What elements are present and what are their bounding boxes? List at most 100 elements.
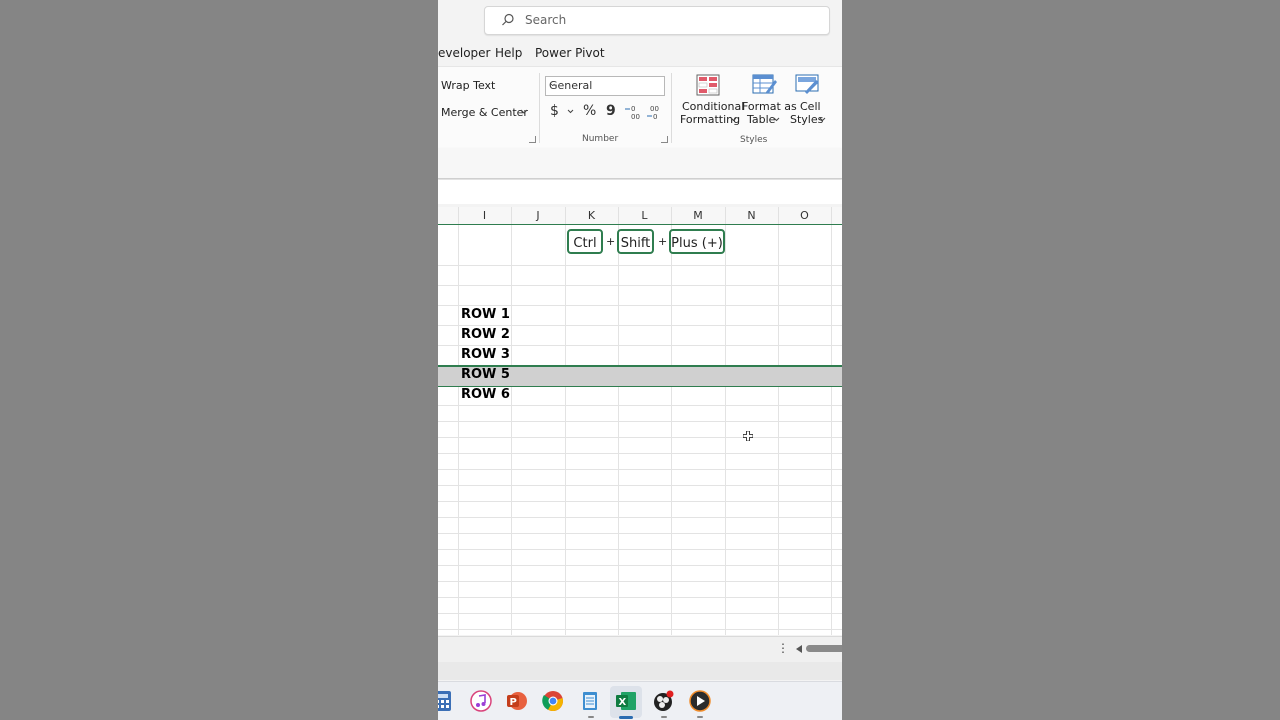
chrome-icon[interactable] xyxy=(542,690,564,712)
decrease-decimal-icon[interactable]: 00 0 xyxy=(647,104,663,120)
notepad-icon[interactable] xyxy=(579,690,601,712)
percent-button[interactable]: % xyxy=(583,103,596,119)
formula-bar[interactable] xyxy=(438,148,842,179)
column-header-n[interactable]: N xyxy=(725,209,778,222)
grid-line xyxy=(438,325,842,326)
column-header-o[interactable]: O xyxy=(778,209,831,222)
grid-line xyxy=(438,581,842,582)
calculator-icon[interactable] xyxy=(438,690,454,712)
grid-line xyxy=(438,485,842,486)
key-plus: Plus (+) xyxy=(669,229,725,254)
cell-styles-icon xyxy=(795,74,819,94)
svg-text:0: 0 xyxy=(631,105,635,113)
grid-line xyxy=(511,225,512,635)
tab-developer[interactable]: eveloper xyxy=(438,46,490,60)
column-headers: I J K L M N O xyxy=(438,207,842,226)
number-dialog-launcher[interactable] xyxy=(661,136,668,143)
grid-line xyxy=(438,597,842,598)
excel-icon[interactable]: X xyxy=(615,690,637,712)
grid-line xyxy=(831,225,832,635)
grid-line xyxy=(438,549,842,550)
conditional-formatting-label-1[interactable]: Conditional xyxy=(682,100,744,113)
column-header-k[interactable]: K xyxy=(565,209,618,222)
chevron-down-icon xyxy=(730,117,737,122)
grid-line xyxy=(438,517,842,518)
running-indicator xyxy=(661,716,667,718)
grid-line xyxy=(438,533,842,534)
svg-text:X: X xyxy=(619,697,627,708)
svg-text:00: 00 xyxy=(650,105,659,113)
cell-styles-label-1[interactable]: Cell xyxy=(800,100,821,113)
styles-group-label: Styles xyxy=(740,135,768,145)
column-header-j[interactable]: J xyxy=(511,209,565,222)
column-header-i[interactable]: I xyxy=(458,209,511,222)
grid-line xyxy=(778,225,779,635)
plus-separator: + xyxy=(606,235,616,248)
group-separator xyxy=(671,73,672,143)
excel-window: Search eveloper Help Power Pivot Wrap Te… xyxy=(438,0,842,720)
currency-chevron-icon[interactable] xyxy=(567,109,574,114)
chevron-down-icon xyxy=(773,117,780,122)
grid-line xyxy=(671,225,672,635)
cell-row-2[interactable]: ROW 2 xyxy=(461,327,510,342)
taskbar: P X xyxy=(438,681,842,720)
worksheet-grid[interactable]: Ctrl + Shift + Plus (+) ROW 1 ROW 2 ROW … xyxy=(438,225,842,635)
alignment-dialog-launcher[interactable] xyxy=(529,136,536,143)
active-indicator xyxy=(619,716,633,719)
merge-chevron-down-icon[interactable] xyxy=(520,109,528,115)
key-shift: Shift xyxy=(617,229,654,254)
title-bar: Search xyxy=(438,0,842,40)
more-options-icon[interactable]: ⋮ xyxy=(777,641,789,655)
grid-line xyxy=(438,405,842,406)
grid-line xyxy=(725,225,726,635)
horizontal-scrollbar-thumb[interactable] xyxy=(806,645,842,652)
powerpoint-icon[interactable]: P xyxy=(506,690,528,712)
media-player-icon[interactable] xyxy=(689,690,711,712)
grid-line xyxy=(438,421,842,422)
status-bar xyxy=(438,662,842,680)
currency-button[interactable]: $ xyxy=(550,103,559,119)
cell-row-6[interactable]: ROW 6 xyxy=(461,387,510,402)
grid-line xyxy=(438,613,842,614)
itunes-icon[interactable] xyxy=(470,690,492,712)
grid-line xyxy=(438,265,842,266)
conditional-formatting-icon xyxy=(696,74,720,96)
cell-row-3[interactable]: ROW 3 xyxy=(461,347,510,362)
grid-line xyxy=(438,345,842,346)
tab-power-pivot[interactable]: Power Pivot xyxy=(535,46,605,60)
grid-line xyxy=(618,225,619,635)
svg-text:0: 0 xyxy=(653,113,657,120)
format-as-table-label-2[interactable]: Table xyxy=(747,113,775,126)
format-as-table-label-1[interactable]: Format as xyxy=(742,100,797,113)
running-indicator xyxy=(588,716,594,718)
search-icon xyxy=(502,13,514,26)
obs-icon[interactable] xyxy=(652,690,674,712)
svg-text:P: P xyxy=(510,697,517,708)
chevron-down-icon xyxy=(819,117,826,122)
number-format-dropdown[interactable]: General ⌄ xyxy=(545,76,665,96)
scroll-left-icon[interactable] xyxy=(796,645,802,653)
grid-line xyxy=(438,469,842,470)
search-box[interactable]: Search xyxy=(484,6,830,35)
format-as-table-icon xyxy=(752,74,777,94)
column-header-l[interactable]: L xyxy=(618,209,671,222)
grid-line xyxy=(438,305,842,306)
grid-line xyxy=(458,225,459,635)
tab-help[interactable]: Help xyxy=(495,46,522,60)
wrap-text-button[interactable]: Wrap Text xyxy=(441,79,495,92)
comma-style-button[interactable]: 9 xyxy=(606,103,616,119)
grid-line xyxy=(438,501,842,502)
grid-line xyxy=(438,453,842,454)
increase-decimal-icon[interactable]: 0 00 xyxy=(625,104,641,120)
cell-row-5[interactable]: ROW 5 xyxy=(461,367,510,382)
grid-line xyxy=(438,437,842,438)
column-header-m[interactable]: M xyxy=(671,209,725,222)
merge-center-button[interactable]: Merge & Center xyxy=(441,106,528,119)
sheet-tabs-bar: ⋮ xyxy=(438,636,842,662)
search-placeholder: Search xyxy=(525,13,567,27)
grid-line xyxy=(438,629,842,630)
cell-row-1[interactable]: ROW 1 xyxy=(461,307,510,322)
group-separator xyxy=(539,73,540,143)
grid-line xyxy=(438,285,842,286)
svg-text:00: 00 xyxy=(631,113,640,120)
